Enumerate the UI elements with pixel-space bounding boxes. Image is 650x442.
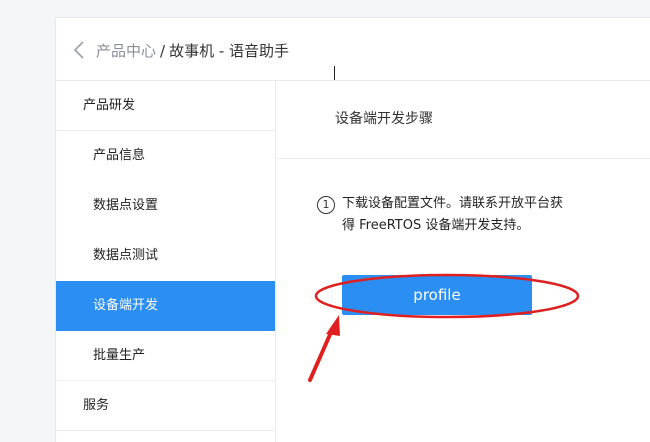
step-number-badge: 1 <box>317 196 335 214</box>
main-card: 产品中心 / 故事机 - 语音助手 产品研发 产品信息 数据点设置 数据点测试 设备… <box>55 17 650 442</box>
sidebar-item-datapoint-settings[interactable]: 数据点设置 <box>56 181 275 231</box>
breadcrumb-parent-link[interactable]: 产品中心 <box>96 42 156 60</box>
breadcrumb-separator: / <box>160 42 166 60</box>
profile-download-button[interactable]: profile <box>342 275 532 315</box>
sidebar-item-datapoint-test[interactable]: 数据点测试 <box>56 231 275 281</box>
chevron-left-icon[interactable] <box>73 41 85 59</box>
content-panel: 设备端开发步骤 1 下载设备配置文件。请联系开放平台获 得 FreeRTOS 设… <box>276 80 650 442</box>
step-text-line-2: 得 FreeRTOS 设备端开发支持。 <box>342 218 530 233</box>
text-cursor <box>334 66 335 80</box>
header: 产品中心 / 故事机 - 语音助手 <box>56 18 650 80</box>
content-title: 设备端开发步骤 <box>276 81 650 159</box>
page: 产品中心 / 故事机 - 语音助手 产品研发 产品信息 数据点设置 数据点测试 设备… <box>0 0 650 442</box>
sidebar: 产品研发 产品信息 数据点设置 数据点测试 设备端开发 批量生产 服务 <box>56 80 276 442</box>
sidebar-item-product-info[interactable]: 产品信息 <box>56 131 275 181</box>
step-description: 下载设备配置文件。请联系开放平台获 得 FreeRTOS 设备端开发支持。 <box>342 193 602 237</box>
breadcrumb: 产品中心 / 故事机 - 语音助手 <box>96 41 289 61</box>
sidebar-group-services[interactable]: 服务 <box>56 381 275 431</box>
sidebar-group-product-dev[interactable]: 产品研发 <box>56 81 275 131</box>
sidebar-item-device-dev[interactable]: 设备端开发 <box>56 281 275 331</box>
breadcrumb-current: 故事机 - 语音助手 <box>169 42 290 60</box>
sidebar-item-mass-production[interactable]: 批量生产 <box>56 331 275 381</box>
step-text-line-1: 下载设备配置文件。请联系开放平台获 <box>342 196 564 211</box>
